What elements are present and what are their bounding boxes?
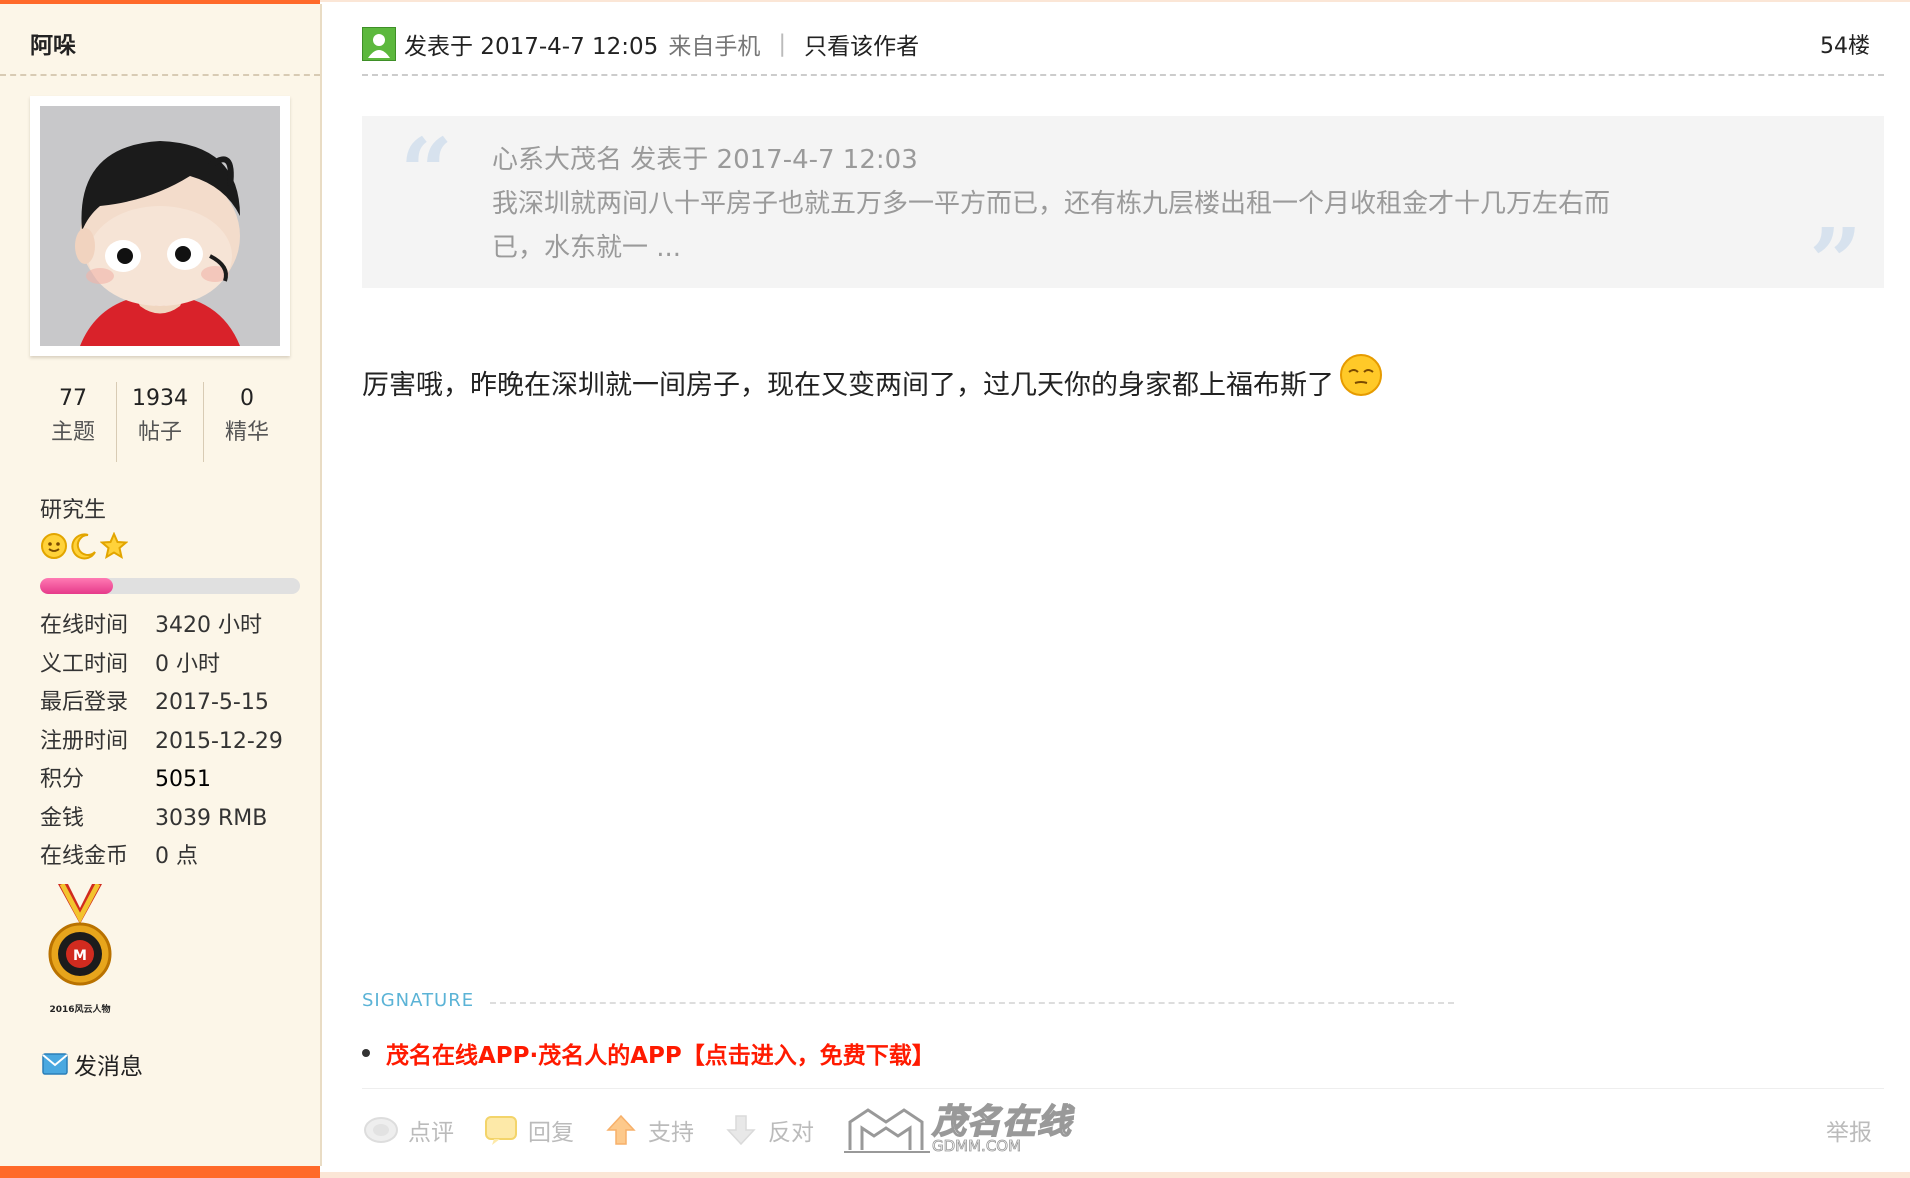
support-label: 支持 (648, 1120, 694, 1146)
sidebar-divider (0, 74, 320, 76)
info-value: 0 小时 (155, 651, 220, 677)
stat-label: 精华 (224, 420, 269, 445)
author-name[interactable]: 阿哚 (30, 26, 76, 60)
comment-button[interactable]: 点评 (362, 1113, 454, 1147)
main-bottom-accent (320, 1172, 1910, 1178)
info-last-login: 最后登录 2017-5-15 (40, 684, 300, 723)
footer-divider (362, 1088, 1884, 1089)
sidebar-bottom-accent (0, 1166, 320, 1178)
stat-label: 主题 (50, 420, 95, 445)
header-separator: | (778, 31, 787, 57)
info-money: 金钱 3039 RMB (40, 800, 300, 839)
oppose-label: 反对 (768, 1120, 814, 1146)
info-value: 0 点 (155, 844, 198, 869)
send-message-label: 发消息 (74, 1054, 143, 1080)
bullet-icon (362, 1049, 370, 1057)
stat-number: 0 (240, 386, 254, 411)
stat-digest[interactable]: 0 精华 (204, 382, 290, 462)
rank-progress-fill (40, 578, 113, 594)
info-label: 积分 (40, 767, 85, 792)
info-label: 在线时间 (40, 613, 129, 638)
watermark-text: 茂名在线 (931, 1101, 1072, 1142)
oppose-button[interactable]: 反对 (722, 1113, 814, 1147)
quote-block: “ 心系大茂名 发表于 2017-4-7 12:03 我深圳就两间八十平房子也就… (362, 116, 1884, 312)
stat-number: 77 (59, 386, 87, 411)
info-label: 注册时间 (40, 728, 129, 754)
report-link[interactable]: 举报 (1826, 1113, 1884, 1147)
rank-progress-bar (40, 578, 300, 594)
info-value: 5051 (155, 767, 211, 792)
info-label: 最后登录 (40, 690, 129, 715)
info-label: 义工时间 (40, 651, 129, 677)
signature-link[interactable]: 茂名在线APP·茂名人的APP【点击进入，免费下载】 (362, 1036, 935, 1070)
send-message-button[interactable]: 发消息 (42, 1047, 143, 1081)
info-volunteer-time: 义工时间 0 小时 (40, 646, 300, 685)
star-icon (100, 532, 128, 560)
quote-open-icon: “ (400, 118, 453, 226)
comment-icon (362, 1114, 400, 1146)
info-online-time: 在线时间 3420 小时 (40, 607, 300, 646)
avatar[interactable] (30, 96, 290, 356)
info-value: 3420 小时 (155, 613, 262, 638)
info-online-coins: 在线金币 0 点 (40, 838, 300, 877)
floor-number[interactable]: 54楼 (1820, 28, 1884, 60)
svg-text:M: M (73, 948, 87, 964)
info-value: 2015-12-29 (155, 728, 283, 754)
quote-close-icon: ” (1809, 208, 1862, 316)
only-author-link[interactable]: 只看该作者 (804, 27, 919, 61)
comment-label: 点评 (408, 1120, 454, 1146)
signature-label: SIGNATURE (362, 990, 475, 1011)
moon-icon (71, 533, 96, 560)
medal-icon[interactable]: M 2016风云人物 (40, 882, 122, 1019)
stat-number: 1934 (132, 386, 188, 411)
rank-icons (40, 532, 128, 560)
post-source: 来自手机 (668, 34, 761, 60)
post-time: 发表于 2017-4-7 12:05 (404, 34, 659, 60)
medal-caption: 2016风云人物 (49, 1003, 110, 1015)
author-sidebar: 阿哚 77 主题 1934 帖子 0 精华 研究生 在线时间 3420 小时 义… (0, 4, 322, 1166)
info-label: 在线金币 (40, 844, 129, 869)
online-status-icon (362, 27, 396, 61)
author-info-list: 在线时间 3420 小时 义工时间 0 小时 最后登录 2017-5-15 注册… (40, 607, 300, 877)
post-content: 厉害哦，昨晚在深圳就一间房子，现在又变两间了，过几天你的身家都上福布斯了 (362, 352, 1384, 402)
post-header: 发表于 2017-4-7 12:05 来自手机 | 只看该作者 54楼 (362, 24, 1884, 64)
thumbs-up-arrow-icon (602, 1114, 640, 1146)
site-watermark: 茂名在线 GDMM.COM (842, 1100, 1072, 1158)
watermark-logo-icon (844, 1108, 930, 1153)
quote-body: 心系大茂名 发表于 2017-4-7 12:03 我深圳就两间八十平房子也就五万… (492, 138, 1632, 270)
signature-divider (490, 1002, 1454, 1004)
info-value: 3039 RMB (155, 805, 268, 831)
quote-header: 心系大茂名 发表于 2017-4-7 12:03 (492, 145, 918, 175)
reply-button[interactable]: 回复 (482, 1113, 574, 1147)
post-main: 发表于 2017-4-7 12:05 来自手机 | 只看该作者 54楼 “ 心系… (362, 0, 1884, 1172)
sun-icon (41, 533, 67, 559)
envelope-icon (42, 1053, 68, 1075)
user-rank: 研究生 (40, 498, 107, 523)
avatar-image (40, 106, 280, 346)
forum-post-page: 阿哚 77 主题 1934 帖子 0 精华 研究生 在线时间 3420 小时 义… (0, 0, 1910, 1178)
reply-icon (482, 1114, 520, 1146)
author-stats: 77 主题 1934 帖子 0 精华 (30, 382, 290, 462)
signature-link-text: 茂名在线APP·茂名人的APP【点击进入，免费下载】 (386, 1043, 935, 1069)
sleepy-emoji-icon (1340, 354, 1382, 396)
post-actions: 点评 回复 支持 反对 举报 (362, 1108, 1884, 1152)
stat-posts[interactable]: 1934 帖子 (117, 382, 204, 462)
quote-text: 我深圳就两间八十平房子也就五万多一平方而已，还有栋九层楼出租一个月收租金才十几万… (492, 189, 1611, 263)
header-divider (362, 74, 1884, 76)
post-text: 厉害哦，昨晚在深圳就一间房子，现在又变两间了，过几天你的身家都上福布斯了 (362, 370, 1334, 401)
info-value: 2017-5-15 (155, 690, 269, 715)
support-button[interactable]: 支持 (602, 1113, 694, 1147)
thumbs-down-arrow-icon (722, 1114, 760, 1146)
info-register-time: 注册时间 2015-12-29 (40, 723, 300, 762)
reply-label: 回复 (528, 1120, 574, 1146)
info-points: 积分 5051 (40, 761, 300, 800)
watermark-subtext: GDMM.COM (932, 1136, 1022, 1155)
info-label: 金钱 (40, 805, 85, 831)
stat-label: 帖子 (137, 420, 182, 445)
stat-threads[interactable]: 77 主题 (30, 382, 117, 462)
